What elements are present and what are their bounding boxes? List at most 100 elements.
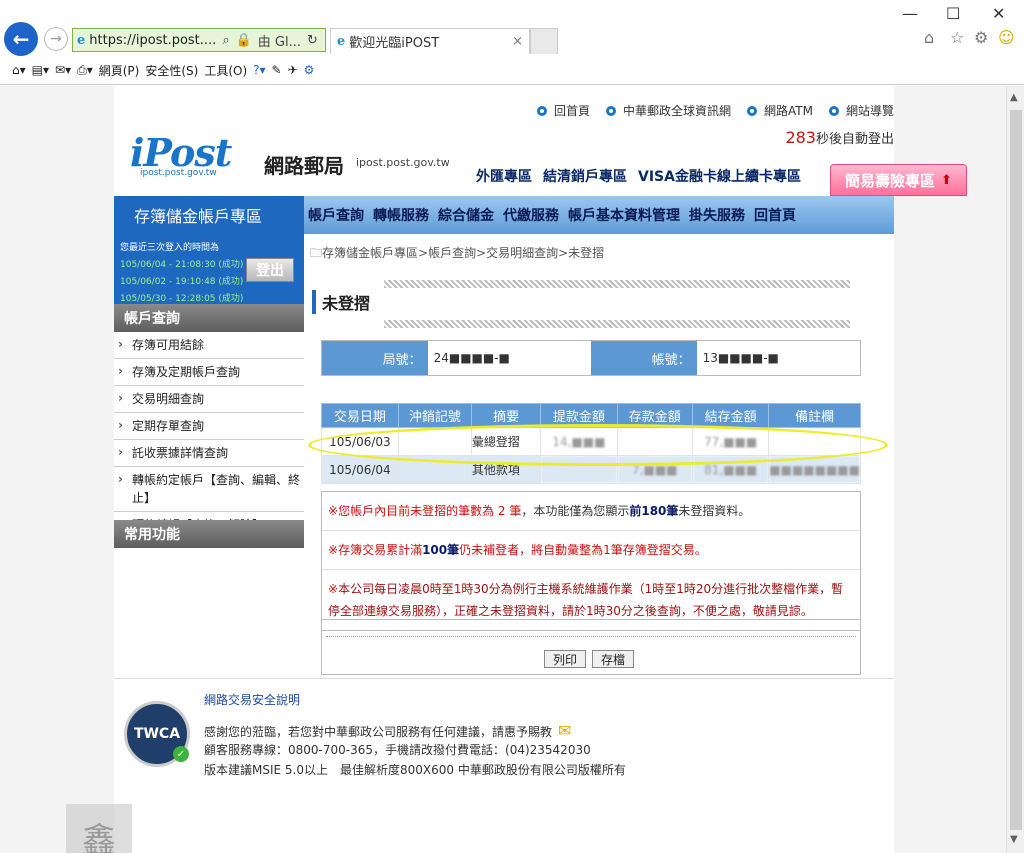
home-icon[interactable]: ⌂▾ (12, 63, 26, 77)
site-name: 網路郵局 (264, 154, 344, 178)
command-bar: ⌂▾ ▤▾ ✉▾ ⎙▾ 網頁(P) 安全性(S) 工具(O) ?▾ ✎ ✈ ⚙ (0, 58, 1024, 82)
menu-safety[interactable]: 安全性(S) (145, 62, 198, 79)
account-value: 13■■■■-■ (696, 341, 860, 375)
home-icon[interactable]: ⌂ (924, 28, 934, 47)
zone-links: 外匯專區 結清銷戶專區 VISA金融卡線上續卡專區 (476, 166, 812, 186)
smiley-icon[interactable]: ☺ (998, 28, 1015, 47)
footer-copyright: 版本建議MSIE 5.0以上 最佳解析度800X600 中華郵政股份有限公司版權… (204, 763, 626, 777)
zone-forex[interactable]: 外匯專區 (476, 166, 532, 186)
favorites-star-icon[interactable]: ☆ (950, 28, 964, 47)
sidebar-item-accounts[interactable]: 存簿及定期帳戶查詢 (114, 359, 304, 386)
zone-visa-renew[interactable]: VISA金融卡線上續卡專區 (638, 166, 801, 186)
bullet-icon (606, 105, 616, 116)
back-button[interactable]: ← (4, 22, 38, 56)
note-count: ※您帳戶內目前未登摺的筆數為 2 筆，本功能僅為您顯示前180筆未登摺資料。 (322, 492, 860, 531)
nav-transfer[interactable]: 轉帳服務 (373, 205, 429, 225)
nav-account-query[interactable]: 帳戶查詢 (308, 205, 364, 225)
zone-close-account[interactable]: 結清銷戶專區 (543, 166, 627, 186)
col-balance: 結存金額 (692, 403, 770, 428)
bullet-icon (536, 105, 547, 116)
site-identity[interactable]: 由 Gl... (258, 31, 301, 50)
nav-home[interactable]: 回首頁 (754, 205, 796, 225)
top-link-sitemap[interactable]: 網站導覽 (828, 102, 894, 119)
gear-icon[interactable]: ⚙ (974, 28, 988, 47)
logout-button[interactable]: 登出 (246, 258, 294, 282)
insurance-zone-button[interactable]: 簡易壽險專區 ⬆ (830, 164, 967, 196)
extension-icon[interactable]: ✈ (288, 63, 298, 77)
top-link-home[interactable]: 回首頁 (536, 102, 590, 119)
gear-icon[interactable]: ⚙ (304, 63, 315, 77)
lock-icon: 🔒 (235, 32, 252, 48)
site-domain: ipost.post.gov.tw (356, 156, 450, 169)
scroll-down-icon[interactable]: ▼ (1010, 834, 1018, 845)
menu-tools[interactable]: 工具(O) (204, 62, 247, 79)
minimize-icon[interactable]: — (902, 4, 918, 23)
sidebar-heading-account: 帳戶查詢 (114, 304, 304, 332)
sidebar-item-balance[interactable]: 存簿可用結餘 (114, 332, 304, 359)
branch-label: 局號： (322, 341, 428, 375)
new-tab-button[interactable] (530, 28, 558, 54)
security-link[interactable]: 網路交易安全說明 (204, 691, 300, 708)
tab-active[interactable]: e 歡迎光臨iPOST × (330, 28, 530, 54)
close-window-icon[interactable]: ✕ (992, 4, 1005, 23)
search-icon[interactable]: ⌕ (222, 33, 229, 48)
print-button[interactable]: 列印 (544, 650, 587, 668)
note-auto-merge: ※存簿交易累計滿100筆仍未補登者，將自動彙整為1筆存簿登摺交易。 (322, 531, 860, 570)
action-bar: 列印 存檔 (321, 619, 861, 675)
scroll-up-icon[interactable]: ▲ (1010, 92, 1018, 103)
forward-button[interactable]: → (44, 27, 68, 51)
account-info: 局號： 24■■■■-■ 帳號： 13■■■■-■ (321, 340, 861, 376)
sidebar-list: 存簿可用結餘 存簿及定期帳戶查詢 交易明細查詢 定期存單查詢 託收票據詳情查詢 … (114, 332, 304, 539)
account-label: 帳號： (591, 341, 697, 375)
top-link-atm[interactable]: 網路ATM (747, 102, 813, 119)
vertical-scrollbar[interactable]: ▲ ▼ (1006, 86, 1024, 853)
watermark-logo: 鑫 (66, 804, 132, 853)
col-reverse: 沖銷記號 (397, 403, 472, 428)
ie-icon: e (77, 32, 86, 48)
sidebar-item-transactions[interactable]: 交易明細查詢 (114, 386, 304, 413)
nav-lost[interactable]: 掛失服務 (689, 205, 745, 225)
close-tab-icon[interactable]: × (512, 34, 523, 49)
refresh-icon[interactable]: ↻ (307, 33, 318, 48)
mail-icon[interactable]: ✉ (558, 721, 571, 740)
extension-icon[interactable]: ✎ (272, 63, 282, 77)
divider (384, 280, 850, 288)
save-button[interactable]: 存檔 (592, 650, 635, 668)
notes-box: ※您帳戶內目前未登摺的筆數為 2 筆，本功能僅為您顯示前180筆未登摺資料。 ※… (321, 491, 861, 631)
maximize-icon[interactable]: ☐ (946, 4, 960, 23)
cell-date: 105/06/04 (321, 455, 399, 484)
feeds-icon[interactable]: ▤▾ (32, 63, 49, 77)
top-link-global[interactable]: 中華郵政全球資訊網 (606, 102, 731, 119)
branch-value: 24■■■■-■ (427, 341, 591, 375)
main-nav: 帳戶查詢 轉帳服務 綜合儲金 代繳服務 帳戶基本資料管理 掛失服務 回首頁 (304, 196, 894, 234)
timer-value: 283 (785, 128, 816, 147)
page-title: 未登摺 (312, 290, 370, 314)
twca-badge[interactable]: TWCA ✓ (124, 701, 190, 767)
folder-icon: 🗀 (310, 246, 323, 260)
page-viewport: iPost ipost.post.gov.tw 網路郵局 ipost.post.… (0, 86, 1006, 853)
nav-payment[interactable]: 代繳服務 (503, 205, 559, 225)
sidebar-item-deposit-cert[interactable]: 定期存單查詢 (114, 413, 304, 440)
ie-icon: e (337, 34, 346, 49)
nav-composite[interactable]: 綜合儲金 (438, 205, 494, 225)
col-note: 備註欄 (768, 403, 861, 428)
col-date: 交易日期 (321, 403, 399, 428)
tab-title: 歡迎光臨iPOST (349, 36, 440, 51)
divider (384, 320, 850, 328)
nav-profile[interactable]: 帳戶基本資料管理 (568, 205, 680, 225)
top-links: 回首頁 中華郵政全球資訊網 網路ATM 網站導覽 (521, 102, 894, 119)
help-icon[interactable]: ?▾ (253, 63, 265, 77)
url-text: https://ipost.post.... (89, 32, 217, 48)
address-bar[interactable]: e https://ipost.post.... ⌕ 🔒 由 Gl... ↻ (72, 28, 326, 52)
footer-feedback: 感謝您的蒞臨，若您對中華郵政公司服務有任何建議，請惠予賜教 ✉ (204, 721, 572, 740)
logo-subtitle: ipost.post.gov.tw (140, 168, 217, 178)
sidebar-item-transfer-accounts[interactable]: 轉帳約定帳戶【查詢、編輯、終止】 (114, 467, 304, 512)
scroll-thumb[interactable] (1010, 110, 1022, 830)
sidebar-item-collection[interactable]: 託收票據詳情查詢 (114, 440, 304, 467)
page-body: iPost ipost.post.gov.tw 網路郵局 ipost.post.… (114, 86, 967, 853)
check-icon: ✓ (173, 746, 189, 762)
menu-page[interactable]: 網頁(P) (99, 62, 140, 79)
mail-icon[interactable]: ✉▾ (55, 63, 71, 77)
sidebar-heading-common: 常用功能 (114, 520, 304, 548)
print-icon[interactable]: ⎙▾ (77, 63, 93, 78)
